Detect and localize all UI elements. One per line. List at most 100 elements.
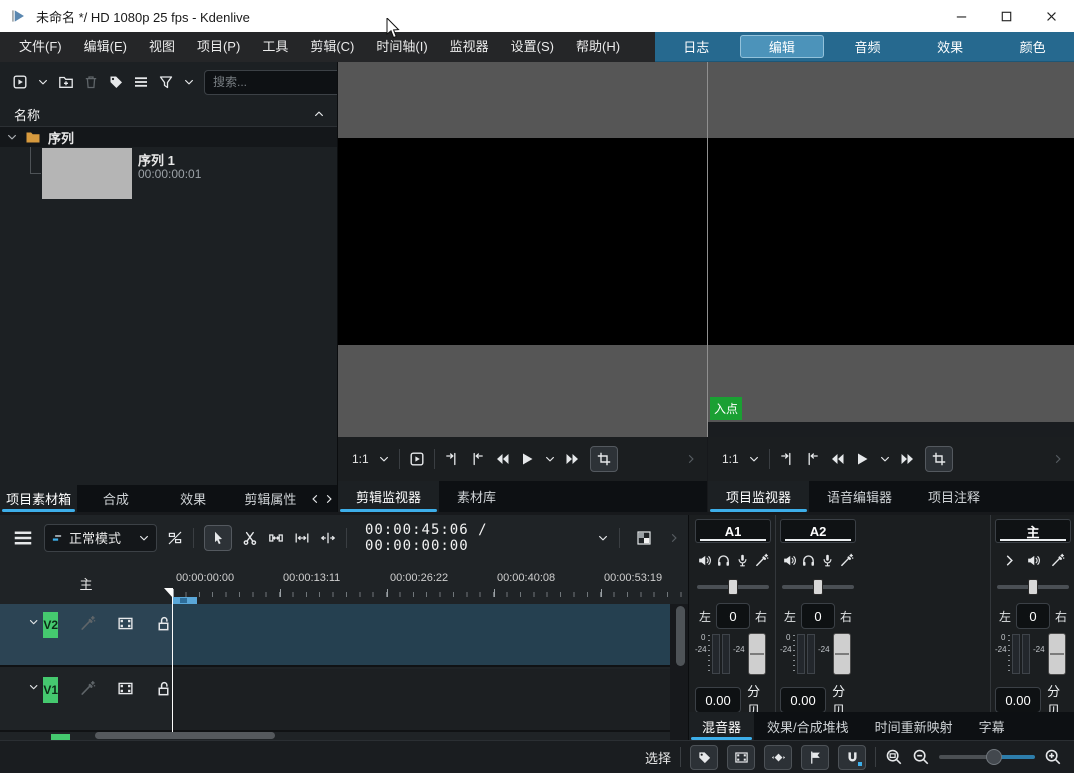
toolbar-overflow-icon[interactable] bbox=[1052, 453, 1064, 465]
timeline-horizontal-scrollbar[interactable] bbox=[95, 732, 275, 739]
toolbar-overflow-icon[interactable] bbox=[668, 532, 680, 544]
track-lane-v2[interactable] bbox=[172, 604, 670, 667]
volume-fader[interactable] bbox=[748, 633, 766, 675]
record-mic-icon[interactable] bbox=[735, 553, 750, 568]
menu-monitor[interactable]: 监视器 bbox=[439, 32, 500, 62]
sort-chevron-up-icon[interactable] bbox=[313, 108, 325, 120]
tab-library[interactable]: 素材库 bbox=[439, 481, 514, 512]
tag-icon[interactable] bbox=[108, 74, 124, 90]
insert-zone-in-timeline-icon[interactable] bbox=[409, 451, 425, 467]
menu-tools[interactable]: 工具 bbox=[251, 32, 299, 62]
effects-wand-icon[interactable] bbox=[839, 553, 854, 568]
track-lane-v1[interactable] bbox=[172, 669, 670, 732]
timeline-menu-icon[interactable] bbox=[12, 527, 34, 549]
expand-chevron-right-icon[interactable] bbox=[1002, 553, 1017, 568]
timeline-ruler[interactable] bbox=[172, 592, 688, 597]
project-monitor-seek-ruler[interactable] bbox=[708, 422, 1074, 437]
tab-scroll-right-icon[interactable] bbox=[323, 493, 335, 505]
track-effects-icon[interactable] bbox=[79, 615, 96, 632]
ripple-tool-icon[interactable] bbox=[320, 530, 336, 546]
tab-speech-editor[interactable]: 语音编辑器 bbox=[809, 481, 910, 512]
tab-compositions[interactable]: 合成 bbox=[77, 485, 154, 512]
zoom-out-icon[interactable] bbox=[912, 748, 930, 766]
play-chevron-down-icon[interactable] bbox=[879, 453, 891, 465]
channel-title-button[interactable]: A1 bbox=[695, 519, 771, 543]
tab-project-notes[interactable]: 项目注释 bbox=[910, 481, 998, 512]
track-collapse-chevron-icon[interactable] bbox=[28, 677, 39, 697]
folder-expand-chevron-icon[interactable] bbox=[6, 131, 18, 143]
solo-headphones-icon[interactable] bbox=[716, 553, 731, 568]
fast-forward-icon[interactable] bbox=[900, 451, 916, 467]
db-value[interactable]: 0.00 bbox=[695, 687, 741, 713]
record-mic-icon[interactable] bbox=[820, 553, 835, 568]
tab-effects[interactable]: 效果 bbox=[155, 485, 232, 512]
track-lock-icon[interactable] bbox=[155, 680, 172, 697]
monitor-splitter[interactable] bbox=[707, 62, 708, 437]
tab-mixer[interactable]: 混音器 bbox=[689, 712, 754, 740]
zoom-chevron-down-icon[interactable] bbox=[378, 453, 390, 465]
zone-mode-button[interactable] bbox=[590, 446, 618, 472]
timeline-vertical-scrollbar[interactable] bbox=[676, 606, 685, 666]
project-monitor-zoom-level[interactable]: 1:1 bbox=[722, 452, 739, 466]
show-keyframes-button[interactable] bbox=[764, 745, 792, 770]
filter-icon[interactable] bbox=[158, 74, 174, 90]
tab-clip-monitor[interactable]: 剪辑监视器 bbox=[338, 481, 439, 512]
menu-help[interactable]: 帮助(H) bbox=[565, 32, 631, 62]
track-badge-v2[interactable]: V2 bbox=[43, 612, 58, 638]
add-clip-chevron-down-icon[interactable] bbox=[37, 76, 49, 88]
pan-slider-handle[interactable] bbox=[1028, 579, 1038, 595]
zone-mode-button[interactable] bbox=[925, 446, 953, 472]
filter-chevron-down-icon[interactable] bbox=[183, 76, 195, 88]
set-in-point-icon[interactable] bbox=[444, 451, 460, 467]
workspace-tab-color[interactable]: 颜色 bbox=[991, 32, 1074, 61]
clip-thumbnail[interactable] bbox=[42, 148, 132, 199]
tab-scroll-left-icon[interactable] bbox=[309, 493, 321, 505]
channel-title-button[interactable]: A2 bbox=[780, 519, 856, 543]
tab-clip-properties[interactable]: 剪辑属性 bbox=[232, 485, 309, 512]
bin-clip-row[interactable]: 序列 1 00:00:00:01 bbox=[0, 147, 337, 200]
toolbar-overflow-icon[interactable] bbox=[685, 453, 697, 465]
channel-title-button[interactable]: 主 bbox=[995, 519, 1071, 543]
track-thumbnails-icon[interactable] bbox=[117, 615, 134, 632]
bin-view-menu-icon[interactable] bbox=[133, 74, 149, 90]
track-collapse-chevron-icon[interactable] bbox=[28, 612, 39, 632]
menu-project[interactable]: 项目(P) bbox=[186, 32, 251, 62]
tab-time-remap[interactable]: 时间重新映射 bbox=[862, 712, 966, 740]
mixed-insert-icon[interactable] bbox=[167, 530, 183, 546]
track-thumbnails-icon[interactable] bbox=[117, 680, 134, 697]
show-markers-button[interactable] bbox=[690, 745, 718, 770]
add-clip-icon[interactable] bbox=[12, 74, 28, 90]
menu-clip[interactable]: 剪辑(C) bbox=[299, 32, 365, 62]
project-monitor-video[interactable] bbox=[708, 138, 1074, 345]
volume-fader[interactable] bbox=[1048, 633, 1066, 675]
slip-tool-icon[interactable] bbox=[294, 530, 310, 546]
menu-timeline[interactable]: 时间轴(I) bbox=[365, 32, 438, 62]
timeline-master-label[interactable]: 主 bbox=[76, 574, 96, 593]
effects-wand-icon[interactable] bbox=[1050, 553, 1065, 568]
project-monitor[interactable]: 入点 bbox=[708, 62, 1074, 437]
clip-monitor[interactable] bbox=[338, 62, 707, 437]
mute-speaker-icon[interactable] bbox=[782, 553, 797, 568]
db-value[interactable]: 0.00 bbox=[780, 687, 826, 713]
thumbnails-button[interactable] bbox=[727, 745, 755, 770]
bin-column-header[interactable]: 名称 bbox=[0, 102, 337, 127]
set-out-point-icon[interactable] bbox=[804, 451, 820, 467]
set-in-point-icon[interactable] bbox=[779, 451, 795, 467]
timecode-chevron-down-icon[interactable] bbox=[597, 532, 609, 544]
playhead[interactable] bbox=[172, 588, 173, 734]
play-icon[interactable] bbox=[854, 451, 870, 467]
zoom-chevron-down-icon[interactable] bbox=[748, 453, 760, 465]
timeline-zone-bar[interactable] bbox=[173, 597, 197, 604]
razor-tool-icon[interactable] bbox=[242, 530, 258, 546]
effects-wand-icon[interactable] bbox=[754, 553, 769, 568]
maximize-button[interactable] bbox=[984, 0, 1029, 32]
tab-project-monitor[interactable]: 项目监视器 bbox=[708, 481, 809, 512]
track-header-v2[interactable]: V2 bbox=[0, 604, 172, 667]
mute-speaker-icon[interactable] bbox=[697, 553, 712, 568]
tab-subtitles[interactable]: 字幕 bbox=[966, 712, 1018, 740]
pan-slider-handle[interactable] bbox=[813, 579, 823, 595]
create-folder-icon[interactable] bbox=[58, 74, 74, 90]
timeline-panel[interactable]: 主 00:00:00:00 00:00:13:11 00:00:26:22 00… bbox=[0, 560, 688, 740]
minimize-button[interactable] bbox=[939, 0, 984, 32]
track-lock-icon[interactable] bbox=[155, 615, 172, 632]
